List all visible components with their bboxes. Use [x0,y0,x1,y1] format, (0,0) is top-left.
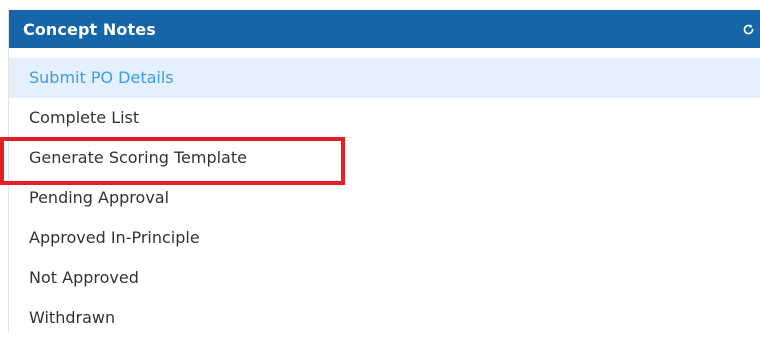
menu-item-label: Submit PO Details [29,68,174,87]
concept-notes-panel: Concept Notes Submit PO Details Complete… [8,10,760,333]
panel-title: Concept Notes [23,19,156,39]
menu-item-label: Pending Approval [29,188,170,207]
menu-item-not-approved[interactable]: Not Approved [9,258,760,298]
menu-item-generate-scoring-template[interactable]: Generate Scoring Template [9,138,760,178]
menu-item-submit-po-details[interactable]: Submit PO Details [9,58,760,98]
menu-item-label: Approved In-Principle [29,228,200,247]
panel-header: Concept Notes [9,10,760,48]
menu-item-label: Withdrawn [29,308,116,327]
menu-item-label: Complete List [29,108,140,127]
menu-item-withdrawn[interactable]: Withdrawn [9,298,760,338]
refresh-icon[interactable] [740,21,756,37]
menu-item-label: Generate Scoring Template [29,148,247,167]
menu-list: Submit PO Details Complete List Generate… [9,58,760,338]
menu-item-complete-list[interactable]: Complete List [9,98,760,138]
menu-item-approved-in-principle[interactable]: Approved In-Principle [9,218,760,258]
menu-item-label: Not Approved [29,268,139,287]
menu-item-pending-approval[interactable]: Pending Approval [9,178,760,218]
refresh-icon-glyph [743,23,753,34]
